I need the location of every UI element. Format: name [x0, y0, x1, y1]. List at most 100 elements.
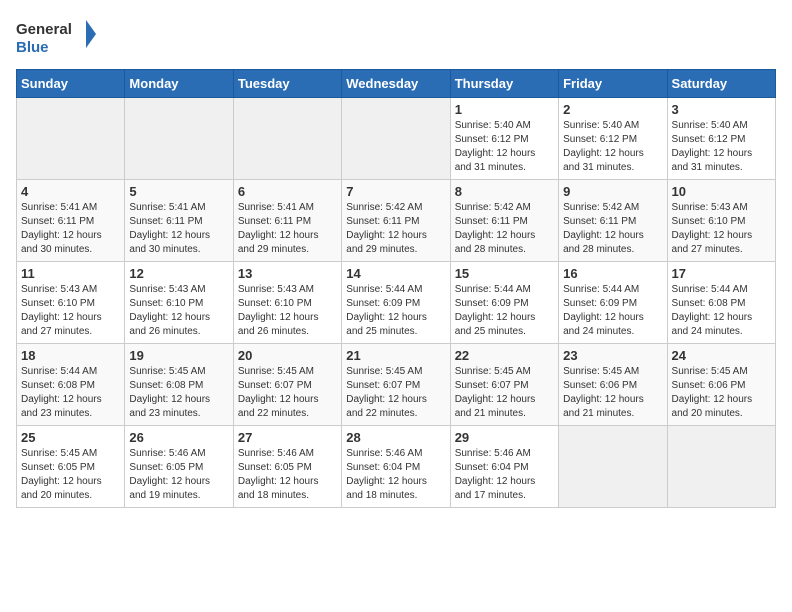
day-number: 8 [455, 184, 554, 199]
day-number: 10 [672, 184, 771, 199]
day-number: 11 [21, 266, 120, 281]
day-info: Sunrise: 5:42 AMSunset: 6:11 PMDaylight:… [455, 201, 554, 257]
day-number: 13 [238, 266, 337, 281]
calendar-cell: 22Sunrise: 5:45 AMSunset: 6:07 PMDayligh… [450, 344, 558, 426]
calendar-cell [342, 98, 450, 180]
day-number: 12 [129, 266, 228, 281]
calendar-cell: 6Sunrise: 5:41 AMSunset: 6:11 PMDaylight… [233, 180, 341, 262]
week-row-4: 18 Sunrise: 5:44 AMSunset: 6:08 PMDayligh… [17, 344, 776, 426]
calendar-cell: 11Sunrise: 5:43 AMSunset: 6:10 PMDayligh… [17, 262, 125, 344]
logo-svg: General Blue [16, 16, 96, 61]
day-header-saturday: Saturday [667, 70, 775, 98]
calendar-cell: 23 Sunrise: 5:45 AMSunset: 6:06 PMDayligh… [559, 344, 667, 426]
calendar-cell: 13 Sunrise: 5:43 AMSunset: 6:10 PMDayligh… [233, 262, 341, 344]
day-header-tuesday: Tuesday [233, 70, 341, 98]
day-header-thursday: Thursday [450, 70, 558, 98]
calendar-cell: 8 Sunrise: 5:42 AMSunset: 6:11 PMDaylight… [450, 180, 558, 262]
day-info: Sunrise: 5:45 AMSunset: 6:06 PMDaylight:… [563, 365, 662, 421]
day-info: Sunrise: 5:45 AMSunset: 6:07 PMDaylight:… [346, 365, 445, 421]
day-info: Sunrise: 5:45 AMSunset: 6:07 PMDaylight:… [455, 365, 554, 421]
day-info: Sunrise: 5:45 AMSunset: 6:05 PMDaylight:… [21, 447, 120, 503]
day-info: Sunrise: 5:40 AMSunset: 6:12 PMDaylight:… [672, 119, 771, 175]
day-info: Sunrise: 5:42 AMSunset: 6:11 PMDaylight:… [346, 201, 445, 257]
day-number: 9 [563, 184, 662, 199]
day-number: 14 [346, 266, 445, 281]
calendar-table: SundayMondayTuesdayWednesdayThursdayFrid… [16, 69, 776, 508]
day-number: 16 [563, 266, 662, 281]
day-number: 23 [563, 348, 662, 363]
day-info: Sunrise: 5:46 AMSunset: 6:04 PMDaylight:… [346, 447, 445, 503]
calendar-cell: 17 Sunrise: 5:44 AMSunset: 6:08 PMDayligh… [667, 262, 775, 344]
calendar-cell: 20Sunrise: 5:45 AMSunset: 6:07 PMDayligh… [233, 344, 341, 426]
day-info: Sunrise: 5:44 AMSunset: 6:08 PMDaylight:… [21, 365, 120, 421]
calendar-cell [233, 98, 341, 180]
day-info: Sunrise: 5:44 AMSunset: 6:09 PMDaylight:… [455, 283, 554, 339]
logo: General Blue [16, 16, 96, 61]
day-info: Sunrise: 5:46 AMSunset: 6:05 PMDaylight:… [129, 447, 228, 503]
day-number: 19 [129, 348, 228, 363]
calendar-cell: 25Sunrise: 5:45 AMSunset: 6:05 PMDayligh… [17, 426, 125, 508]
day-info: Sunrise: 5:43 AMSunset: 6:10 PMDaylight:… [129, 283, 228, 339]
day-header-wednesday: Wednesday [342, 70, 450, 98]
days-header-row: SundayMondayTuesdayWednesdayThursdayFrid… [17, 70, 776, 98]
day-header-monday: Monday [125, 70, 233, 98]
day-info: Sunrise: 5:43 AMSunset: 6:10 PMDaylight:… [672, 201, 771, 257]
calendar-cell: 19 Sunrise: 5:45 AMSunset: 6:08 PMDayligh… [125, 344, 233, 426]
svg-text:Blue: Blue [16, 39, 49, 56]
calendar-cell: 29 Sunrise: 5:46 AMSunset: 6:04 PMDayligh… [450, 426, 558, 508]
calendar-cell: 2 Sunrise: 5:40 AMSunset: 6:12 PMDaylight… [559, 98, 667, 180]
day-info: Sunrise: 5:44 AMSunset: 6:09 PMDaylight:… [346, 283, 445, 339]
day-info: Sunrise: 5:44 AMSunset: 6:08 PMDaylight:… [672, 283, 771, 339]
day-header-sunday: Sunday [17, 70, 125, 98]
day-number: 1 [455, 102, 554, 117]
header: General Blue [16, 16, 776, 61]
day-header-friday: Friday [559, 70, 667, 98]
day-number: 7 [346, 184, 445, 199]
calendar-cell: 9 Sunrise: 5:42 AMSunset: 6:11 PMDaylight… [559, 180, 667, 262]
calendar-cell: 1 Sunrise: 5:40 AMSunset: 6:12 PMDaylight… [450, 98, 558, 180]
day-info: Sunrise: 5:45 AMSunset: 6:08 PMDaylight:… [129, 365, 228, 421]
calendar-cell: 7 Sunrise: 5:42 AMSunset: 6:11 PMDaylight… [342, 180, 450, 262]
day-info: Sunrise: 5:45 AMSunset: 6:06 PMDaylight:… [672, 365, 771, 421]
calendar-cell: 24 Sunrise: 5:45 AMSunset: 6:06 PMDayligh… [667, 344, 775, 426]
day-number: 2 [563, 102, 662, 117]
day-info: Sunrise: 5:41 AMSunset: 6:11 PMDaylight:… [21, 201, 120, 257]
day-number: 24 [672, 348, 771, 363]
calendar-cell: 10 Sunrise: 5:43 AMSunset: 6:10 PMDayligh… [667, 180, 775, 262]
week-row-3: 11 Sunrise: 5:43 AMSunset: 6:10 PMDayligh… [17, 262, 776, 344]
calendar-cell: 27Sunrise: 5:46 AMSunset: 6:05 PMDayligh… [233, 426, 341, 508]
calendar-cell [17, 98, 125, 180]
day-number: 21 [346, 348, 445, 363]
day-number: 18 [21, 348, 120, 363]
calendar-cell [559, 426, 667, 508]
day-info: Sunrise: 5:43 AMSunset: 6:10 PMDaylight:… [238, 283, 337, 339]
calendar-cell: 26Sunrise: 5:46 AMSunset: 6:05 PMDayligh… [125, 426, 233, 508]
day-number: 28 [346, 430, 445, 445]
calendar-cell: 21 Sunrise: 5:45 AMSunset: 6:07 PMDayligh… [342, 344, 450, 426]
calendar-cell: 12 Sunrise: 5:43 AMSunset: 6:10 PMDayligh… [125, 262, 233, 344]
calendar-cell [667, 426, 775, 508]
day-number: 20 [238, 348, 337, 363]
day-info: Sunrise: 5:41 AMSunset: 6:11 PMDaylight:… [129, 201, 228, 257]
calendar-cell: 14 Sunrise: 5:44 AMSunset: 6:09 PMDayligh… [342, 262, 450, 344]
day-info: Sunrise: 5:46 AMSunset: 6:04 PMDaylight:… [455, 447, 554, 503]
day-info: Sunrise: 5:40 AMSunset: 6:12 PMDaylight:… [455, 119, 554, 175]
week-row-1: 1 Sunrise: 5:40 AMSunset: 6:12 PMDaylight… [17, 98, 776, 180]
day-number: 5 [129, 184, 228, 199]
day-number: 6 [238, 184, 337, 199]
calendar-cell: 28 Sunrise: 5:46 AMSunset: 6:04 PMDayligh… [342, 426, 450, 508]
day-number: 4 [21, 184, 120, 199]
week-row-5: 25Sunrise: 5:45 AMSunset: 6:05 PMDayligh… [17, 426, 776, 508]
day-info: Sunrise: 5:44 AMSunset: 6:09 PMDaylight:… [563, 283, 662, 339]
day-info: Sunrise: 5:40 AMSunset: 6:12 PMDaylight:… [563, 119, 662, 175]
calendar-cell: 15Sunrise: 5:44 AMSunset: 6:09 PMDayligh… [450, 262, 558, 344]
day-number: 29 [455, 430, 554, 445]
calendar-cell: 18 Sunrise: 5:44 AMSunset: 6:08 PMDayligh… [17, 344, 125, 426]
calendar-cell [125, 98, 233, 180]
day-info: Sunrise: 5:46 AMSunset: 6:05 PMDaylight:… [238, 447, 337, 503]
day-info: Sunrise: 5:42 AMSunset: 6:11 PMDaylight:… [563, 201, 662, 257]
day-number: 3 [672, 102, 771, 117]
calendar-cell: 16 Sunrise: 5:44 AMSunset: 6:09 PMDayligh… [559, 262, 667, 344]
calendar-cell: 4 Sunrise: 5:41 AMSunset: 6:11 PMDaylight… [17, 180, 125, 262]
day-number: 17 [672, 266, 771, 281]
